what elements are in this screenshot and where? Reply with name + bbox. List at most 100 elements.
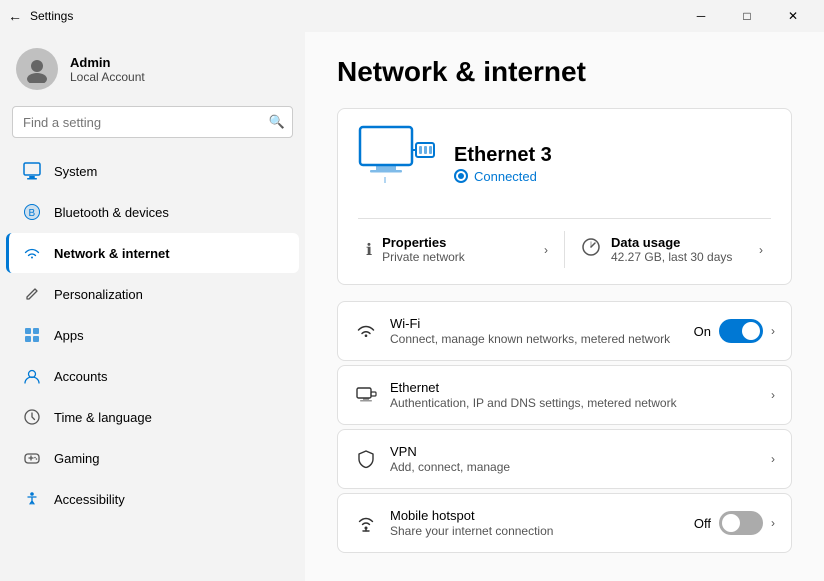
ethernet-row-right: › <box>771 388 775 402</box>
properties-chevron: › <box>544 243 548 257</box>
accounts-icon <box>22 366 42 386</box>
wifi-toggle[interactable] <box>719 319 763 343</box>
ethernet-card: Ethernet 3 Connected ℹ Properties Privat… <box>337 108 792 285</box>
sidebar-item-apps-label: Apps <box>54 328 84 343</box>
properties-sub: Private network <box>382 250 465 264</box>
vpn-chevron: › <box>771 452 775 466</box>
sidebar-item-accounts[interactable]: Accounts <box>6 356 299 396</box>
wifi-chevron: › <box>771 324 775 338</box>
app-body: Admin Local Account 🔍 System <box>0 32 824 581</box>
gaming-icon <box>22 448 42 468</box>
hotspot-row[interactable]: Mobile hotspot Share your internet conne… <box>337 493 792 553</box>
wifi-toggle-label: On <box>694 324 711 339</box>
maximize-button[interactable]: □ <box>724 0 770 32</box>
data-usage-link[interactable]: Data usage 42.27 GB, last 30 days › <box>573 231 771 268</box>
hotspot-right: Off › <box>694 511 775 535</box>
wifi-subtitle: Connect, manage known networks, metered … <box>390 332 682 346</box>
sidebar-item-system[interactable]: System <box>6 151 299 191</box>
search-icon: 🔍 <box>269 114 285 130</box>
sidebar-item-system-label: System <box>54 164 97 179</box>
search-input[interactable] <box>12 106 293 138</box>
sidebar-item-bluetooth[interactable]: B Bluetooth & devices <box>6 192 299 232</box>
accessibility-icon <box>22 489 42 509</box>
sidebar-item-time-label: Time & language <box>54 410 152 425</box>
properties-link[interactable]: ℹ Properties Private network › <box>358 231 556 268</box>
ethernet-info: Ethernet 3 Connected <box>454 144 552 184</box>
close-button[interactable]: ✕ <box>770 0 816 32</box>
data-usage-sub: 42.27 GB, last 30 days <box>611 250 732 264</box>
data-usage-chevron: › <box>759 243 763 257</box>
wifi-text: Wi-Fi Connect, manage known networks, me… <box>390 316 682 346</box>
title-bar: ← Settings ─ □ ✕ <box>0 0 824 32</box>
ethernet-row[interactable]: Ethernet Authentication, IP and DNS sett… <box>337 365 792 425</box>
ethernet-name: Ethernet 3 <box>454 144 552 167</box>
sidebar-item-bluetooth-label: Bluetooth & devices <box>54 205 169 220</box>
network-icon <box>22 243 42 263</box>
sidebar-item-accessibility-label: Accessibility <box>54 492 125 507</box>
user-role: Local Account <box>70 70 145 84</box>
ethernet-links: ℹ Properties Private network › <box>358 218 771 268</box>
link-divider <box>564 231 565 268</box>
user-section: Admin Local Account <box>0 32 305 102</box>
sidebar-nav: System B Bluetooth & devices <box>0 150 305 520</box>
ethernet-status-label: Connected <box>474 169 537 184</box>
sidebar-item-accounts-label: Accounts <box>54 369 107 384</box>
sidebar-item-gaming-label: Gaming <box>54 451 100 466</box>
sidebar-item-gaming[interactable]: Gaming <box>6 438 299 478</box>
vpn-icon <box>354 447 378 471</box>
hotspot-chevron: › <box>771 516 775 530</box>
wifi-right: On › <box>694 319 775 343</box>
ethernet-chevron: › <box>771 388 775 402</box>
ethernet-hero-icon <box>358 125 438 202</box>
wifi-icon <box>354 319 378 343</box>
ethernet-top: Ethernet 3 Connected <box>358 125 771 202</box>
hotspot-title: Mobile hotspot <box>390 508 682 523</box>
hotspot-text: Mobile hotspot Share your internet conne… <box>390 508 682 538</box>
sidebar-item-network-label: Network & internet <box>54 246 170 261</box>
hotspot-icon <box>354 511 378 535</box>
vpn-right: › <box>771 452 775 466</box>
wifi-row[interactable]: Wi-Fi Connect, manage known networks, me… <box>337 301 792 361</box>
sidebar-item-personalization[interactable]: Personalization <box>6 274 299 314</box>
hotspot-toggle[interactable] <box>719 511 763 535</box>
sidebar: Admin Local Account 🔍 System <box>0 32 305 581</box>
status-dot <box>454 169 468 183</box>
personalization-icon <box>22 284 42 304</box>
bluetooth-icon: B <box>22 202 42 222</box>
properties-label: Properties <box>382 235 465 250</box>
wifi-title: Wi-Fi <box>390 316 682 331</box>
vpn-row[interactable]: VPN Add, connect, manage › <box>337 429 792 489</box>
user-name: Admin <box>70 55 145 70</box>
svg-text:B: B <box>29 208 36 219</box>
user-info: Admin Local Account <box>70 55 145 84</box>
app-title: Settings <box>30 9 73 23</box>
hotspot-subtitle: Share your internet connection <box>390 524 682 538</box>
sidebar-item-network[interactable]: Network & internet <box>6 233 299 273</box>
ethernet-row-subtitle: Authentication, IP and DNS settings, met… <box>390 396 759 410</box>
page-title: Network & internet <box>337 56 792 88</box>
setting-rows-container: Wi-Fi Connect, manage known networks, me… <box>337 301 792 553</box>
sidebar-item-apps[interactable]: Apps <box>6 315 299 355</box>
title-bar-left: ← Settings <box>8 8 73 24</box>
minimize-button[interactable]: ─ <box>678 0 724 32</box>
search-box: 🔍 <box>12 106 293 138</box>
vpn-title: VPN <box>390 444 759 459</box>
data-usage-icon <box>581 237 601 262</box>
avatar <box>16 48 58 90</box>
ethernet-row-text: Ethernet Authentication, IP and DNS sett… <box>390 380 759 410</box>
vpn-text: VPN Add, connect, manage <box>390 444 759 474</box>
properties-info-icon: ℹ <box>366 240 372 260</box>
sidebar-item-personalization-label: Personalization <box>54 287 143 302</box>
vpn-subtitle: Add, connect, manage <box>390 460 759 474</box>
apps-icon <box>22 325 42 345</box>
sidebar-item-time[interactable]: Time & language <box>6 397 299 437</box>
ethernet-row-icon <box>354 383 378 407</box>
back-icon[interactable]: ← <box>8 8 22 24</box>
sidebar-item-accessibility[interactable]: Accessibility <box>6 479 299 519</box>
ethernet-row-title: Ethernet <box>390 380 759 395</box>
window-controls: ─ □ ✕ <box>678 0 816 32</box>
hotspot-toggle-label: Off <box>694 516 711 531</box>
system-icon <box>22 161 42 181</box>
time-icon <box>22 407 42 427</box>
data-usage-label: Data usage <box>611 235 732 250</box>
